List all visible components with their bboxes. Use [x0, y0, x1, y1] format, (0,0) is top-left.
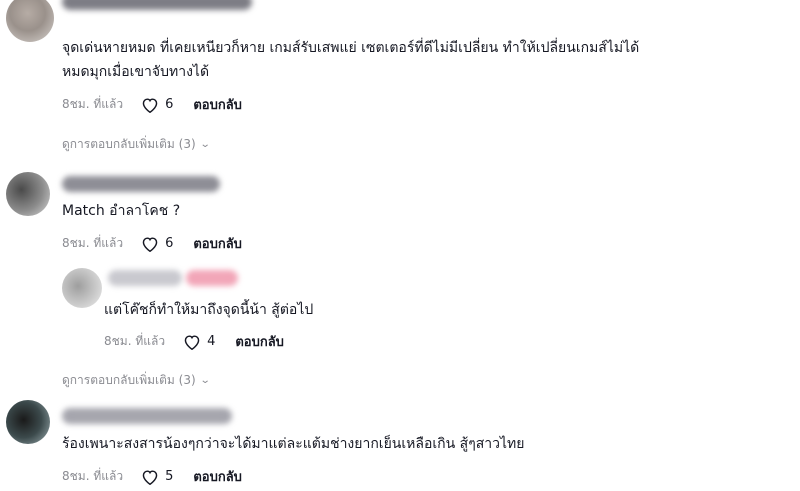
reply-button[interactable]: ตอบกลับ — [193, 233, 242, 254]
heart-outline-icon — [142, 97, 158, 113]
comment-text: จุดเด่นหายหมด ที่เคยเหนียวก็หาย เกมส์รับ… — [62, 40, 640, 56]
like-count: 6 — [165, 236, 174, 251]
timestamp: 8ชม. ที่แล้ว — [62, 97, 124, 111]
reply-button[interactable]: ตอบกลับ — [193, 94, 242, 115]
comment-meta: 8ชม. ที่แล้ว 6 ตอบกลับ — [62, 233, 242, 254]
username-blurred — [186, 270, 238, 286]
username-blurred[interactable] — [108, 270, 182, 286]
like-button[interactable]: 4 — [183, 334, 215, 350]
comment-meta: 8ชม. ที่แล้ว 6 ตอบกลับ — [62, 94, 242, 115]
timestamp: 8ชม. ที่แล้ว — [62, 469, 124, 483]
chevron-down-icon: ⌄ — [199, 375, 211, 386]
avatar[interactable] — [6, 0, 54, 42]
reply-button[interactable]: ตอบกลับ — [193, 466, 242, 487]
timestamp: 8ชม. ที่แล้ว — [104, 334, 166, 348]
avatar[interactable] — [62, 268, 102, 308]
comment-item: จุดเด่นหายหมด ที่เคยเหนียวก็หาย เกมส์รับ… — [0, 0, 800, 140]
timestamp: 8ชม. ที่แล้ว — [62, 236, 124, 250]
comment-text: หมดมุกเมื่อเขาจับทางได้ — [62, 64, 210, 80]
comment-text: ร้องเพนาะสงสารน้องๆกว่าจะได้มาแต่ละแต้มช… — [62, 436, 525, 452]
comment-item: Match อำลาโคช ? 8ชม. ที่แล้ว 6 ตอบกลับ — [0, 166, 800, 256]
comment-meta: 8ชม. ที่แล้ว 4 ตอบกลับ — [104, 331, 284, 352]
like-count: 5 — [165, 469, 174, 484]
heart-outline-icon — [142, 469, 158, 485]
heart-outline-icon — [142, 236, 158, 252]
like-button[interactable]: 6 — [141, 236, 173, 252]
like-count: 6 — [165, 97, 174, 112]
comment-item: ร้องเพนาะสงสารน้องๆกว่าจะได้มาแต่ละแต้มช… — [0, 396, 800, 491]
avatar[interactable] — [6, 172, 50, 216]
reply-item: แต่โค๊ชก็ทำให้มาถึงจุดนี้น้า สู้ต่อไป 8ช… — [0, 264, 800, 354]
like-count: 4 — [207, 334, 216, 349]
heart-outline-icon — [184, 334, 200, 350]
chevron-down-icon: ⌄ — [199, 139, 211, 150]
username-blurred[interactable] — [62, 0, 252, 10]
like-button[interactable]: 6 — [141, 97, 173, 113]
comment-text: แต่โค๊ชก็ทำให้มาถึงจุดนี้น้า สู้ต่อไป — [104, 302, 314, 318]
avatar[interactable] — [6, 400, 50, 444]
comment-meta: 8ชม. ที่แล้ว 5 ตอบกลับ — [62, 466, 242, 487]
username-blurred[interactable] — [62, 408, 232, 424]
reply-button[interactable]: ตอบกลับ — [235, 331, 284, 352]
like-button[interactable]: 5 — [141, 469, 173, 485]
username-blurred[interactable] — [62, 176, 220, 192]
comment-text: Match อำลาโคช ? — [62, 203, 181, 219]
view-more-replies-button[interactable]: ดูการตอบกลับเพิ่มเติม (3) ⌄ — [62, 371, 211, 390]
view-more-replies-button[interactable]: ดูการตอบกลับเพิ่มเติม (3) ⌄ — [62, 135, 211, 154]
